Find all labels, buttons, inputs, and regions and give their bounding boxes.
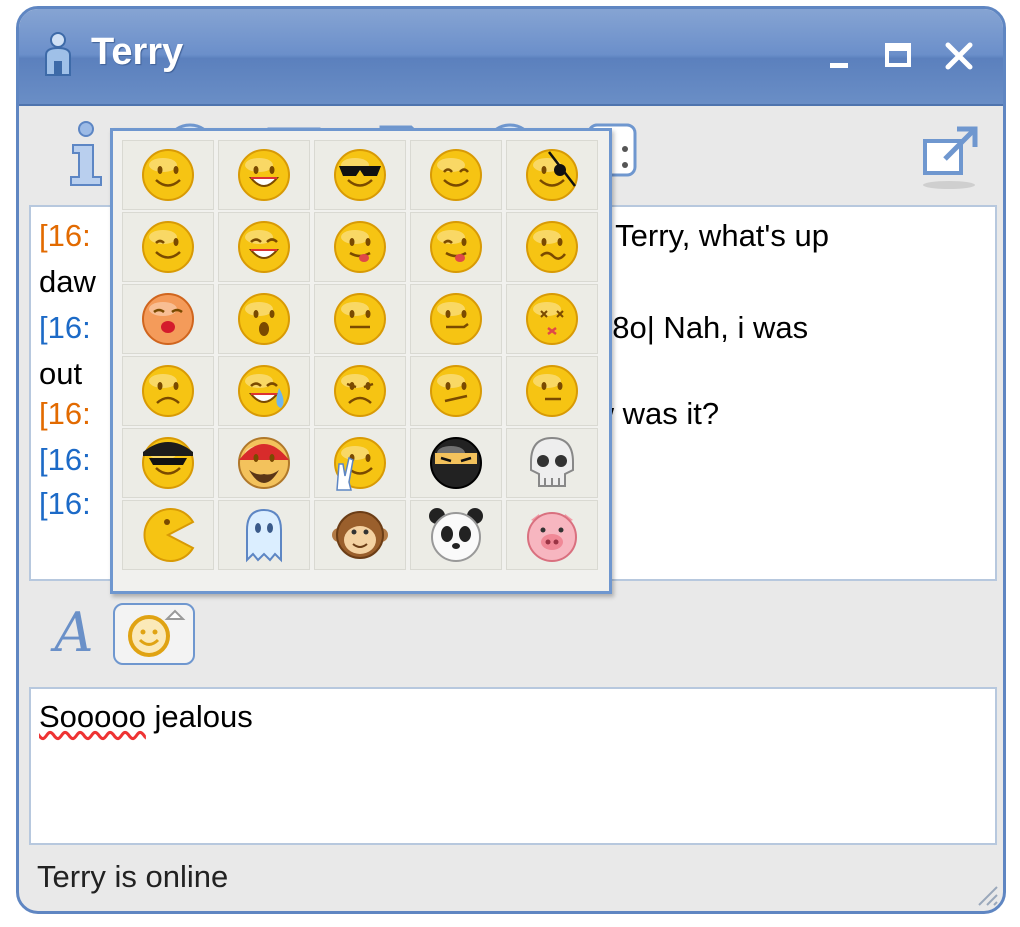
sad-icon — [142, 365, 194, 417]
tongue-wink-icon — [430, 221, 482, 273]
emoticon-smile[interactable] — [122, 140, 214, 210]
emoticon-tongue-out[interactable] — [314, 212, 406, 282]
emoticon-pirate[interactable] — [506, 140, 598, 210]
meh-icon — [526, 365, 578, 417]
monkey-icon — [332, 511, 388, 559]
emoticon-unsure[interactable] — [410, 356, 502, 426]
smirk-icon — [430, 293, 482, 345]
status-text: Terry is online — [37, 859, 229, 894]
cool-sunglasses-icon — [334, 149, 386, 201]
emoticon-bearded-cap[interactable] — [218, 428, 310, 498]
ghost-icon — [246, 508, 282, 563]
emoticon-picker — [110, 128, 612, 594]
panda-icon — [429, 508, 483, 562]
emoticon-grin[interactable] — [218, 140, 310, 210]
grin-icon — [238, 149, 290, 201]
happy-icon — [430, 149, 482, 201]
pacman-icon — [143, 508, 195, 562]
chat-line: [16: — [39, 442, 91, 477]
emoticon-sad[interactable] — [122, 356, 214, 426]
confused-icon — [526, 221, 578, 273]
emoticon-happy[interactable] — [410, 140, 502, 210]
emoticon-skull[interactable] — [506, 428, 598, 498]
emoticon-panda[interactable] — [410, 500, 502, 570]
emoticon-straight-face[interactable] — [314, 284, 406, 354]
kiss-icon — [142, 293, 194, 345]
emoticon-pig[interactable] — [506, 500, 598, 570]
big-grin-icon — [238, 221, 290, 273]
emoticon-cool-sunglasses[interactable] — [314, 140, 406, 210]
emoticon-surprised[interactable] — [218, 284, 310, 354]
chat-line: [16: — [39, 486, 91, 521]
emoticon-smirk[interactable] — [410, 284, 502, 354]
format-bar: A — [19, 593, 1003, 673]
emoticon-button[interactable] — [113, 603, 195, 665]
pirate-icon — [526, 149, 578, 201]
emoticon-cool-dude[interactable] — [122, 428, 214, 498]
unsure-icon — [430, 365, 482, 417]
maximize-icon[interactable] — [880, 39, 916, 73]
ninja-icon — [430, 437, 482, 489]
emoticon-wink[interactable] — [122, 212, 214, 282]
emoticon-kiss[interactable] — [122, 284, 214, 354]
smiley-icon — [128, 609, 186, 657]
straight-face-icon — [334, 293, 386, 345]
pig-icon — [527, 512, 577, 562]
wink-icon — [142, 221, 194, 273]
emoticon-monkey[interactable] — [314, 500, 406, 570]
crying-icon — [238, 365, 290, 417]
surprised-icon — [238, 293, 290, 345]
frown-icon — [334, 365, 386, 417]
cool-dude-icon — [142, 437, 194, 489]
minimize-icon[interactable] — [822, 39, 858, 73]
emoticon-pacman[interactable] — [122, 500, 214, 570]
smile-icon — [142, 149, 194, 201]
user-icon — [45, 32, 71, 76]
emoticon-peace[interactable] — [314, 428, 406, 498]
emoticon-big-grin[interactable] — [218, 212, 310, 282]
resize-grip-icon[interactable] — [973, 881, 999, 907]
emoticon-tongue-wink[interactable] — [410, 212, 502, 282]
tongue-out-icon — [334, 221, 386, 273]
bearded-cap-icon — [238, 437, 290, 489]
font-button[interactable]: A — [47, 601, 101, 665]
emoticon-crying[interactable] — [218, 356, 310, 426]
peace-icon — [334, 437, 386, 491]
skull-icon — [530, 436, 574, 487]
popout-icon[interactable] — [915, 119, 987, 189]
dizzy-icon — [526, 293, 578, 345]
title-bar[interactable]: Terry — [19, 9, 1003, 106]
emoticon-dizzy[interactable] — [506, 284, 598, 354]
window-title: Terry — [91, 31, 184, 73]
emoticon-frown[interactable] — [314, 356, 406, 426]
message-input[interactable]: Sooooo jealous — [29, 687, 997, 845]
close-icon[interactable] — [941, 39, 977, 73]
emoticon-confused[interactable] — [506, 212, 598, 282]
info-icon[interactable] — [55, 119, 117, 189]
misspelled-word: Sooooo — [39, 699, 146, 734]
chat-line: daw — [39, 264, 96, 299]
emoticon-ghost[interactable] — [218, 500, 310, 570]
emoticon-meh[interactable] — [506, 356, 598, 426]
emoticon-ninja[interactable] — [410, 428, 502, 498]
